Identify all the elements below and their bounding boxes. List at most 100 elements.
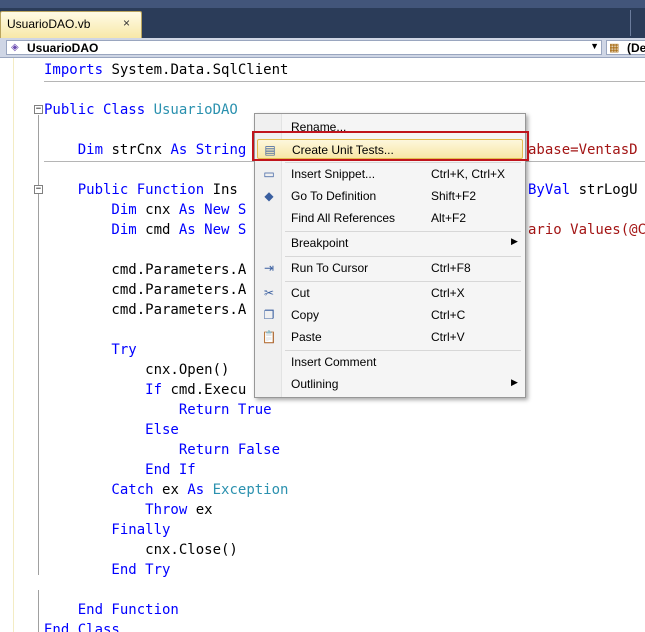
- code-fragment-byval: ByVal: [528, 182, 579, 198]
- menu-paste[interactable]: 📋 Paste Ctrl+V: [257, 327, 523, 347]
- menu-item-label: Run To Cursor: [291, 261, 369, 275]
- menu-icon-slot: [261, 354, 277, 370]
- code-line: cmd.Parameters.A: [44, 280, 246, 300]
- collapse-class-toggle[interactable]: −: [34, 105, 43, 114]
- code-token: Imports: [44, 62, 112, 78]
- code-token: As New S: [178, 222, 247, 238]
- navigation-bar: ◈ UsuarioDAO ▼ ▦ (De: [0, 38, 645, 58]
- code-token: Throw: [44, 502, 196, 518]
- outline-separator: [44, 81, 645, 82]
- code-line: End Try: [44, 560, 170, 580]
- menu-item-shortcut: Shift+F2: [431, 189, 477, 203]
- cut-icon: ✂: [263, 286, 275, 300]
- code-line: cmd.Parameters.A: [44, 300, 246, 320]
- code-token: strCnx: [111, 142, 171, 158]
- code-token: cmd.Execu: [170, 382, 247, 398]
- code-token: cmd.Parameters.A: [44, 302, 247, 318]
- collapse-function-toggle[interactable]: −: [34, 185, 43, 194]
- menu-item-shortcut: Ctrl+X: [431, 286, 465, 300]
- code-line: If cmd.Execu: [44, 380, 246, 400]
- code-line: End Function: [44, 600, 179, 620]
- code-token: cnx: [145, 202, 179, 218]
- code-token: UsuarioDAO: [153, 102, 238, 118]
- code-token: Return True: [44, 402, 272, 418]
- code-line: cnx.Close(): [44, 540, 238, 560]
- menu-item-label: Find All References: [291, 211, 396, 225]
- annotation-highlight-box: [252, 131, 529, 161]
- code-line: Try: [44, 340, 136, 360]
- code-fragment-parameter: ByVal strLogU: [528, 180, 638, 200]
- menu-item-shortcut: Ctrl+C: [431, 308, 466, 322]
- code-line: Return True: [44, 400, 272, 420]
- code-token: If: [44, 382, 171, 398]
- menu-item-label: Paste: [291, 330, 322, 344]
- code-token: As String: [170, 142, 247, 158]
- code-line: cnx.Open(): [44, 360, 229, 380]
- menu-outlining[interactable]: Outlining ▶: [257, 374, 523, 394]
- menu-separator: [285, 281, 521, 282]
- tab-strip-edge: [630, 10, 641, 36]
- menu-item-shortcut: Alt+F2: [431, 211, 467, 225]
- tab-usuariodao-vb[interactable]: UsuarioDAO.vb ×: [0, 11, 142, 38]
- menu-icon-slot: [261, 210, 277, 226]
- menu-item-shortcut: Ctrl+F8: [431, 261, 471, 275]
- member-dropdown[interactable]: ▦ (De: [606, 40, 645, 55]
- menu-icon-slot: [261, 376, 277, 392]
- code-line: Catch ex As Exception: [44, 480, 288, 500]
- code-token: End Try: [44, 562, 171, 578]
- code-line: End Class: [44, 620, 120, 632]
- code-token: cmd.Parameters.A: [44, 262, 247, 278]
- code-token: Dim: [44, 142, 112, 158]
- tab-title: UsuarioDAO.vb: [7, 17, 91, 31]
- menu-find-all-references[interactable]: Find All References Alt+F2: [257, 208, 523, 228]
- copy-icon: ❐: [263, 308, 275, 322]
- document-tab-strip: UsuarioDAO.vb ×: [0, 0, 645, 38]
- menu-breakpoint[interactable]: Breakpoint ▶: [257, 233, 523, 253]
- code-token: System.Data.SqlClient: [111, 62, 289, 78]
- chevron-down-icon[interactable]: ▼: [590, 41, 599, 51]
- menu-cut[interactable]: ✂ Cut Ctrl+X: [257, 283, 523, 303]
- code-token: End Class: [44, 622, 120, 632]
- code-line: End If: [44, 460, 196, 480]
- code-token: Exception: [212, 482, 289, 498]
- code-line: Throw ex: [44, 500, 212, 520]
- menu-separator: [285, 162, 521, 163]
- code-line: Dim cmd As New S: [44, 220, 246, 240]
- code-line: Imports System.Data.SqlClient: [44, 60, 288, 80]
- member-dropdown-label: (De: [627, 41, 645, 55]
- menu-copy[interactable]: ❐ Copy Ctrl+C: [257, 305, 523, 325]
- menu-separator: [285, 350, 521, 351]
- menu-separator: [285, 256, 521, 257]
- code-token: Return False: [44, 442, 281, 458]
- code-token: Dim: [44, 222, 146, 238]
- code-fragment-param-name: strLogU: [578, 182, 638, 198]
- menu-insert-comment[interactable]: Insert Comment: [257, 352, 523, 372]
- code-token: End If: [44, 462, 196, 478]
- code-line: Else: [44, 420, 179, 440]
- code-token: As: [187, 482, 213, 498]
- menu-separator: [285, 231, 521, 232]
- menu-item-label: Copy: [291, 308, 320, 322]
- menu-item-label: Breakpoint: [291, 236, 349, 250]
- class-dropdown-label: UsuarioDAO: [27, 41, 99, 55]
- code-token: cmd.Parameters.A: [44, 282, 247, 298]
- class-dropdown[interactable]: ◈ UsuarioDAO ▼: [6, 40, 602, 55]
- menu-run-to-cursor[interactable]: ⇥ Run To Cursor Ctrl+F8: [257, 258, 523, 278]
- change-margin: [8, 58, 14, 632]
- menu-item-shortcut: Ctrl+K, Ctrl+X: [431, 167, 506, 181]
- outline-guide: [38, 590, 39, 632]
- close-icon[interactable]: ×: [123, 16, 130, 30]
- menu-icon-slot: [261, 235, 277, 251]
- menu-insert-snippet[interactable]: ▭ Insert Snippet... Ctrl+K, Ctrl+X: [257, 164, 523, 184]
- code-token: cnx.Close(): [44, 542, 238, 558]
- code-fragment-sql: ario Values(@C: [528, 222, 645, 238]
- menu-item-label: Insert Comment: [291, 355, 377, 369]
- code-line: Public Function Ins: [44, 180, 238, 200]
- code-token: Ins: [212, 182, 238, 198]
- tab-strip-stripe: [0, 0, 645, 8]
- code-token: ex: [162, 482, 188, 498]
- menu-go-to-definition[interactable]: ◆ Go To Definition Shift+F2: [257, 186, 523, 206]
- code-token: Catch: [44, 482, 163, 498]
- submenu-arrow-icon: ▶: [511, 236, 518, 246]
- go-to-definition-icon: ◆: [264, 189, 274, 203]
